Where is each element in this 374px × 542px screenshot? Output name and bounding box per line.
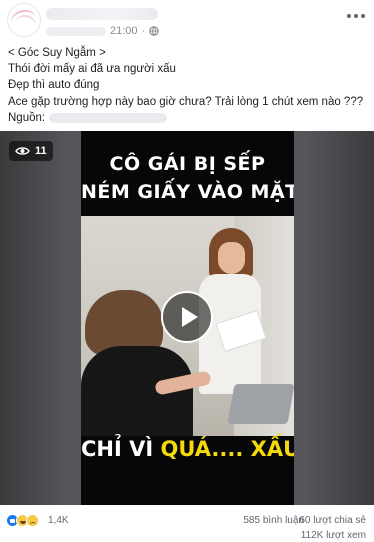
video-caption: CHỈ VÌ QUÁ.... XẤU!!! — [81, 437, 294, 461]
reactions-bar: 1,4K 585 bình luận 60 lượt chia sẻ 112K … — [0, 510, 374, 542]
post-text-line: Thói đời mấy ai đã ưa người xấu — [8, 63, 176, 76]
play-button[interactable] — [161, 291, 213, 343]
caption-suffix: XẤU!!! — [250, 437, 294, 461]
post-date-blurred — [46, 26, 106, 36]
post-text-line: Đẹp thì auto đúng — [8, 79, 100, 92]
post-time[interactable]: 21:00 — [110, 25, 138, 37]
video-headline-line1: CÔ GÁI BỊ SẾP — [109, 153, 266, 175]
view-count-badge: 11 — [9, 141, 53, 161]
source-link-blurred[interactable] — [49, 112, 168, 123]
video-views-count: 112K lượt xem — [300, 530, 366, 541]
caption-prefix: CHỈ VÌ — [81, 437, 154, 461]
source-label: Nguồn: — [8, 111, 46, 124]
video-player[interactable]: CÔ GÁI BỊ SẾP NÉM GIẤY VÀO MẶT CHỈ VÌ QU… — [0, 131, 374, 505]
sad-reaction-icon — [26, 514, 39, 527]
post-header: 21:00 · — [0, 0, 374, 42]
source-line: Nguồn: — [8, 110, 368, 126]
post-text-line: < Góc Suy Ngẫm > — [8, 47, 106, 59]
post-text: < Góc Suy Ngẫm > Thói đời mấy ai đã ưa n… — [8, 45, 368, 126]
video-headline-line2: NÉM GIẤY VÀO MẶT — [81, 181, 294, 203]
meta-separator: · — [141, 25, 146, 37]
globe-icon — [149, 26, 160, 36]
caption-highlight: QUÁ.... — [160, 437, 244, 461]
more-options-icon[interactable] — [346, 10, 366, 22]
reaction-count[interactable]: 1,4K — [48, 515, 69, 526]
page-avatar[interactable] — [7, 3, 41, 37]
post-meta: 21:00 · — [46, 25, 160, 37]
eye-icon — [15, 147, 30, 155]
post-text-line: Ace gặp trường hợp này bao giờ chưa? Trả… — [8, 95, 364, 108]
comments-count[interactable]: 585 bình luận — [243, 515, 304, 526]
shares-count[interactable]: 60 lượt chia sẻ — [299, 515, 366, 526]
page-name-blurred[interactable] — [46, 8, 158, 20]
reaction-icons[interactable] — [6, 514, 39, 527]
play-icon — [182, 307, 198, 327]
view-count: 11 — [35, 145, 47, 157]
